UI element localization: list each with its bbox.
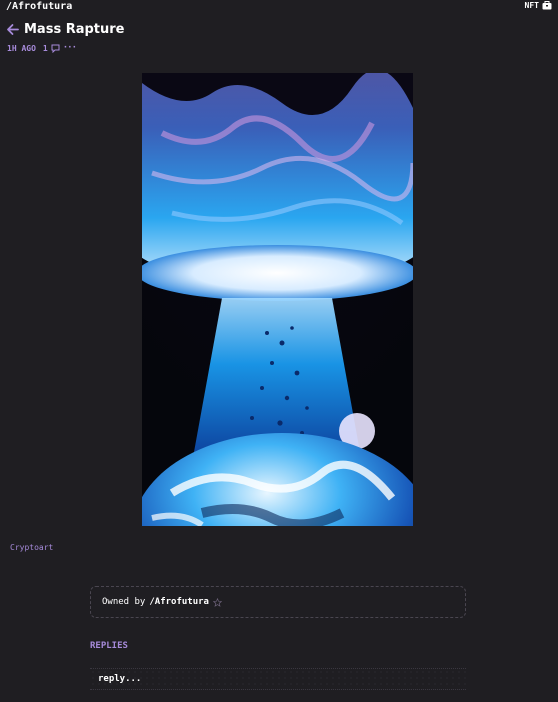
channel-handle[interactable]: /Afrofutura [6,1,72,12]
star-icon [212,597,222,607]
reply-box [90,668,466,690]
back-arrow-icon[interactable] [6,23,19,36]
owned-label: Owned by [102,597,146,607]
post-time: 1H AGO [7,43,36,53]
post-tag[interactable]: Cryptoart [10,543,53,552]
post-artwork [142,73,413,526]
page-title: Mass Rapture [24,22,125,37]
comment-icon[interactable] [51,44,60,53]
comment-count[interactable]: 1 [43,44,48,53]
top-bar: /Afrofutura NFT [0,0,558,14]
nft-label: NFT [524,1,539,10]
replies-heading: REPLIES [90,641,128,651]
wallet-icon [542,1,552,10]
more-icon[interactable]: ··· [63,43,77,53]
nft-badge[interactable]: NFT [525,1,552,10]
reply-input[interactable] [98,672,298,686]
post-meta: 1H AGO 1 ··· [7,43,77,53]
owner-handle[interactable]: /Afrofutura [149,597,209,607]
ownership-box: Owned by /Afrofutura [90,586,466,618]
title-bar: Mass Rapture [6,22,125,37]
